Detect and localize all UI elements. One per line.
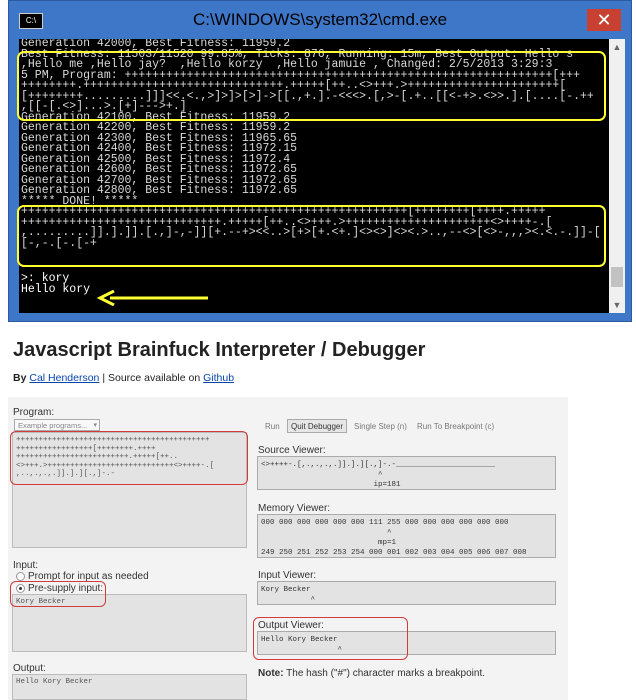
input-highlight xyxy=(10,581,106,607)
run-to-breakpoint-button[interactable]: Run To Breakpoint (c) xyxy=(413,419,498,433)
input-viewer: Kory Becker ^ xyxy=(257,581,556,605)
arrow-left-icon xyxy=(96,290,208,306)
by-label: By xyxy=(13,372,27,384)
memory-viewer: 000 000 000 000 000 000 111 255 000 000 … xyxy=(257,514,556,558)
program-label: Program: xyxy=(13,407,55,418)
output-viewer-highlight xyxy=(253,617,408,660)
source-viewer-label: Source Viewer: xyxy=(258,445,326,456)
cmd-window: C:\ C:\WINDOWS\system32\cmd.exe ✕ Genera… xyxy=(8,0,632,322)
source-text: | Source available on xyxy=(102,372,201,384)
done-highlight xyxy=(17,205,606,267)
byline: By Cal Henderson | Source available on G… xyxy=(13,372,234,384)
console-line: Hello kory xyxy=(21,282,91,296)
page-title: Javascript Brainfuck Interpreter / Debug… xyxy=(13,339,426,361)
note-text: The hash ("#") character marks a breakpo… xyxy=(286,668,486,679)
github-link[interactable]: Github xyxy=(203,372,234,384)
author-link[interactable]: Cal Henderson xyxy=(29,372,99,384)
single-step-button[interactable]: Single Step (n) xyxy=(350,419,411,433)
radio-prompt[interactable] xyxy=(16,572,25,581)
input-viewer-label: Input Viewer: xyxy=(258,570,317,581)
cmd-title-bar[interactable]: C:\ C:\WINDOWS\system32\cmd.exe ✕ xyxy=(9,1,631,39)
program-highlight xyxy=(10,431,248,485)
close-icon[interactable]: ✕ xyxy=(587,9,621,31)
output-label: Output: xyxy=(13,663,46,674)
example-programs-select[interactable]: Example programs... ▾ xyxy=(14,419,100,431)
scrollbar-thumb[interactable] xyxy=(611,267,623,287)
input-label: Input: xyxy=(13,560,39,571)
select-value: Example programs... xyxy=(18,421,88,430)
note: Note: The hash ("#") character marks a b… xyxy=(258,668,485,679)
output-textarea[interactable]: Hello Kory Becker xyxy=(12,674,247,700)
scroll-up-icon[interactable]: ▲ xyxy=(609,39,625,55)
source-viewer: <>++++-.[,.,.,.,.]].].][.,]-.-__________… xyxy=(257,456,556,490)
console-scrollbar[interactable]: ▲ ▼ xyxy=(609,39,625,313)
scroll-down-icon[interactable]: ▼ xyxy=(609,297,625,313)
cmd-window-title: C:\WINDOWS\system32\cmd.exe xyxy=(192,10,448,29)
run-button[interactable]: Run xyxy=(261,419,284,433)
memory-viewer-label: Memory Viewer: xyxy=(258,503,331,514)
quit-debugger-button[interactable]: Quit Debugger xyxy=(287,419,348,433)
best-fitness-highlight xyxy=(17,51,606,121)
note-label: Note: xyxy=(258,668,284,679)
